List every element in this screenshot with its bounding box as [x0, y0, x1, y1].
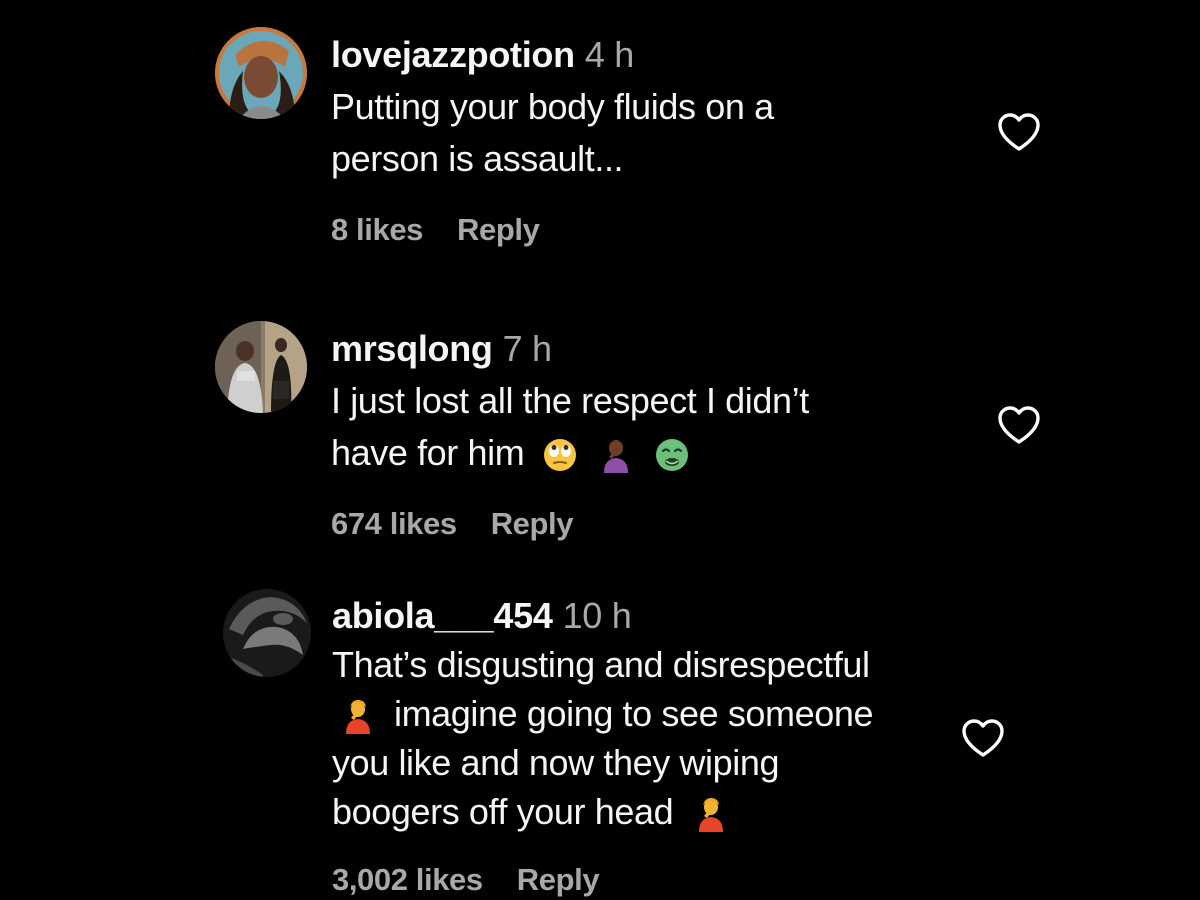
comment-header: mrsqlong 7 h [331, 329, 971, 369]
comment-header: lovejazzpotion 4 h [331, 35, 971, 75]
comment-text-segment: imagine going to see someone [394, 693, 874, 734]
timestamp[interactable]: 4 h [585, 34, 634, 75]
comment-text-line: Putting your body fluids on a [331, 86, 774, 127]
likes-count[interactable]: 674 likes [331, 506, 457, 541]
comment-text-line: person is assault... [331, 138, 624, 179]
comment-item: abiola___454 10 h That’s disgusting and d… [0, 580, 1200, 900]
comment-meta: 3,002 likes Reply [332, 862, 600, 898]
timestamp[interactable]: 7 h [503, 328, 552, 369]
person-facepalming-emoji [693, 796, 729, 833]
username[interactable]: lovejazzpotion [331, 34, 575, 75]
heart-icon[interactable] [996, 404, 1042, 446]
comment-header: abiola___454 10 h [332, 596, 952, 636]
comment-text-segment: boogers off your head [332, 791, 674, 832]
username[interactable]: mrsqlong [331, 328, 493, 369]
timestamp[interactable]: 10 h [563, 595, 632, 636]
comment-meta: 674 likes Reply [331, 506, 574, 542]
comment-meta: 8 likes Reply [331, 212, 540, 248]
comment-text-segment: have for him [331, 432, 525, 473]
comment-text-line-with-emoji: boogers off your head [332, 787, 952, 836]
comment-content: mrsqlong 7 h I just lost all the respect … [331, 329, 971, 479]
comment-item: lovejazzpotion 4 h Putting your body flui… [0, 0, 1200, 290]
likes-count[interactable]: 3,002 likes [332, 862, 483, 897]
comment-text-line: you like and now they wiping [332, 742, 780, 783]
avatar[interactable] [223, 589, 311, 677]
avatar[interactable] [215, 321, 307, 413]
reply-button[interactable]: Reply [517, 862, 600, 897]
reply-button[interactable]: Reply [457, 212, 540, 247]
face-with-rolling-eyes-emoji [542, 437, 578, 473]
username[interactable]: abiola___454 [332, 595, 553, 636]
comment-text: Putting your body fluids on a person is … [331, 81, 971, 185]
comment-text-line: That’s disgusting and disrespectful [332, 644, 870, 685]
comment-text: That’s disgusting and disrespectful imag… [332, 640, 952, 836]
heart-icon[interactable] [996, 111, 1042, 153]
comment-content: lovejazzpotion 4 h Putting your body flui… [331, 35, 971, 185]
nauseated-face-emoji [654, 437, 690, 473]
comment-text-line-with-emoji: imagine going to see someone [332, 689, 952, 738]
comment-item: mrsqlong 7 h I just lost all the respect … [0, 290, 1200, 580]
likes-count[interactable]: 8 likes [331, 212, 423, 247]
avatar[interactable] [215, 27, 307, 119]
heart-icon[interactable] [960, 717, 1006, 759]
reply-button[interactable]: Reply [491, 506, 574, 541]
comment-text-line-with-emoji: have for him [331, 427, 971, 479]
comment-text: I just lost all the respect I didn’t hav… [331, 375, 971, 479]
comment-text-line: I just lost all the respect I didn’t [331, 380, 809, 421]
comment-content: abiola___454 10 h That’s disgusting and d… [332, 596, 952, 836]
person-facepalming-emoji [340, 698, 376, 735]
person-facepalming-emoji [598, 437, 634, 474]
